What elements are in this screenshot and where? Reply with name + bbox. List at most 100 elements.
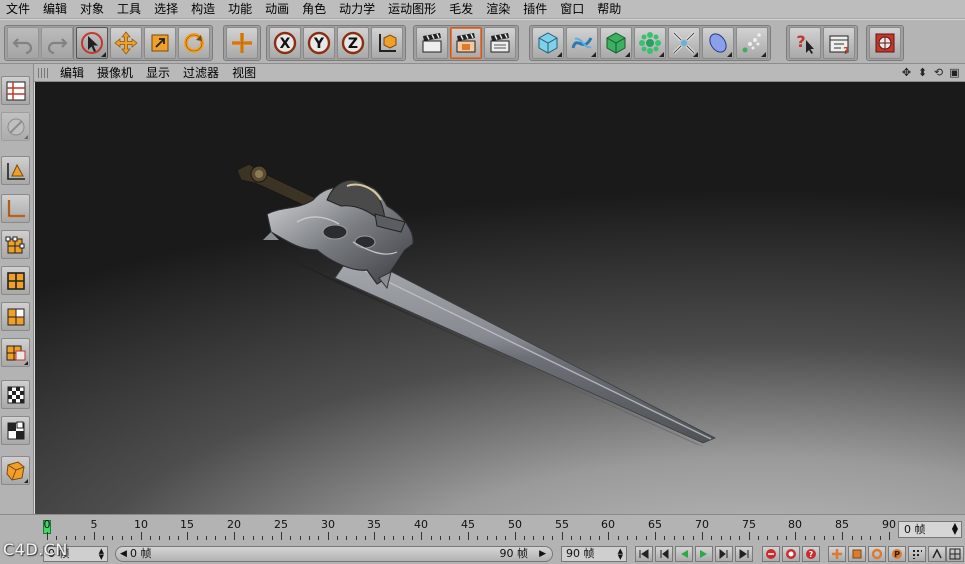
timeline[interactable]: 0 5 10 15 20 25 30 35 40 45 50 55 60 65 70 75 80 85 90 0 帧… (0, 514, 965, 544)
undo-icon[interactable] (7, 27, 39, 59)
viewport-menu-edit[interactable]: 编辑 (54, 64, 91, 81)
next-key-button[interactable] (715, 546, 733, 562)
menu-item-12[interactable]: 渲染 (480, 0, 517, 18)
z-axis-icon[interactable]: Z (337, 27, 369, 59)
timeline-tick (197, 536, 198, 540)
render-view-icon[interactable] (416, 27, 448, 59)
nurbs-icon[interactable] (600, 27, 632, 59)
workplane-icon[interactable] (1, 416, 30, 445)
play-forward-button[interactable] (695, 546, 713, 562)
layout-icon[interactable] (1, 76, 30, 105)
timeline-tick (487, 536, 488, 540)
menu-item-9[interactable]: 动力学 (333, 0, 382, 18)
range-right-arrow-icon[interactable]: ▶ (539, 547, 546, 561)
redo-icon[interactable] (41, 27, 73, 59)
viewport-nav: ✥ ⬍ ⟲ ▣ (900, 65, 961, 80)
coordinate-system-icon[interactable] (371, 27, 403, 59)
timeline-ruler[interactable]: 0 5 10 15 20 25 30 35 40 45 50 55 60 65 70 75 80 85 90 (42, 518, 896, 540)
menu-item-5[interactable]: 构造 (185, 0, 222, 18)
render-picture-viewer-icon[interactable] (450, 27, 482, 59)
menu-item-10[interactable]: 运动图形 (382, 0, 443, 18)
maximize-view-icon[interactable]: ▣ (948, 65, 961, 80)
menu-item-15[interactable]: 帮助 (591, 0, 628, 18)
menu-item-3[interactable]: 工具 (111, 0, 148, 18)
keyframe-selection-button[interactable]: ? (802, 546, 820, 562)
menu-item-1[interactable]: 编辑 (37, 0, 74, 18)
help-icon[interactable]: ? (789, 27, 821, 59)
object-axis-icon[interactable] (1, 194, 30, 223)
points-mode-icon[interactable] (1, 230, 30, 259)
move-icon[interactable] (110, 27, 142, 59)
timeline-tick (290, 536, 291, 540)
scale-icon[interactable] (144, 27, 176, 59)
panel-grip-icon[interactable] (38, 67, 48, 78)
cube-icon[interactable] (532, 27, 564, 59)
world-axis-icon[interactable] (226, 27, 258, 59)
move-view-icon[interactable]: ✥ (900, 65, 913, 80)
menu-item-11[interactable]: 毛发 (443, 0, 480, 18)
menu-item-8[interactable]: 角色 (296, 0, 333, 18)
range-right-value: 90 帧 (499, 547, 529, 560)
uv-mode-icon[interactable] (1, 338, 30, 367)
spinner-arrows-icon[interactable]: ▲ ▼ (952, 522, 958, 536)
select-arrow-icon[interactable] (76, 27, 108, 59)
viewport-menu-camera[interactable]: 摄像机 (91, 64, 140, 81)
timeline-tick (459, 536, 460, 540)
world-group (223, 25, 261, 61)
motion-paste-button[interactable] (928, 546, 946, 562)
key-settings-button[interactable] (946, 546, 964, 562)
polygons-mode-icon[interactable] (1, 302, 30, 331)
key-parameter-button[interactable]: P (888, 546, 906, 562)
spline-icon[interactable] (566, 27, 598, 59)
animation-mode-icon[interactable] (1, 456, 30, 485)
viewport-menu-view[interactable]: 视图 (226, 64, 263, 81)
viewport-menu-display[interactable]: 显示 (140, 64, 177, 81)
key-rotation-button[interactable] (868, 546, 886, 562)
spinner-arrows-icon[interactable]: ▲ ▼ (99, 548, 104, 561)
edges-mode-icon[interactable] (1, 266, 30, 295)
array-icon[interactable] (634, 27, 666, 59)
timeline-tick (253, 536, 254, 540)
rotate-icon[interactable] (178, 27, 210, 59)
menu-item-6[interactable]: 功能 (222, 0, 259, 18)
particle-icon[interactable] (736, 27, 768, 59)
range-left-arrow-icon[interactable]: ◀ (120, 547, 127, 561)
scene-object-icon[interactable] (702, 27, 734, 59)
y-axis-icon[interactable]: Y (303, 27, 335, 59)
menu-item-7[interactable]: 动画 (259, 0, 296, 18)
key-point-level-button[interactable] (908, 546, 926, 562)
current-frame-field[interactable]: 0 帧 ▲ ▼ (898, 521, 962, 538)
timeline-icon[interactable]: ? (823, 27, 855, 59)
browser-icon[interactable] (869, 27, 901, 59)
menu-item-14[interactable]: 窗口 (554, 0, 591, 18)
menu-item-13[interactable]: 插件 (517, 0, 554, 18)
autokey-button[interactable] (782, 546, 800, 562)
prev-key-button[interactable] (655, 546, 673, 562)
key-position-button[interactable] (828, 546, 846, 562)
model-mode-icon[interactable] (1, 156, 30, 185)
menu-item-0[interactable]: 文件 (0, 0, 37, 18)
texture-mode-icon[interactable] (1, 380, 30, 409)
motion-icon (932, 548, 942, 559)
paint-mode-icon[interactable] (1, 112, 30, 141)
end-frame-field[interactable]: 90 帧 ▲ ▼ (561, 546, 627, 562)
key-scale-button[interactable] (848, 546, 866, 562)
zoom-view-icon[interactable]: ⬍ (916, 65, 929, 80)
viewport-menu-filter[interactable]: 过滤器 (177, 64, 226, 81)
3d-viewport[interactable] (34, 82, 965, 514)
go-to-start-button[interactable] (635, 546, 653, 562)
menu-item-4[interactable]: 选择 (148, 0, 185, 18)
x-axis-icon[interactable]: X (269, 27, 301, 59)
go-to-end-button[interactable] (735, 546, 753, 562)
deformer-icon[interactable] (668, 27, 700, 59)
menu-item-2[interactable]: 对象 (74, 0, 111, 18)
play-backward-button[interactable] (675, 546, 693, 562)
spinner-arrows-icon[interactable]: ▲ ▼ (618, 548, 623, 561)
range-slider[interactable]: ◀ 0 帧 90 帧 ▶ (115, 546, 553, 562)
record-active-button[interactable] (762, 546, 780, 562)
rotate-view-icon[interactable]: ⟲ (932, 65, 945, 80)
browser-group (866, 25, 904, 61)
timeline-tick (683, 536, 684, 540)
range-left-value: 0 帧 (130, 547, 152, 560)
render-settings-icon[interactable] (484, 27, 516, 59)
